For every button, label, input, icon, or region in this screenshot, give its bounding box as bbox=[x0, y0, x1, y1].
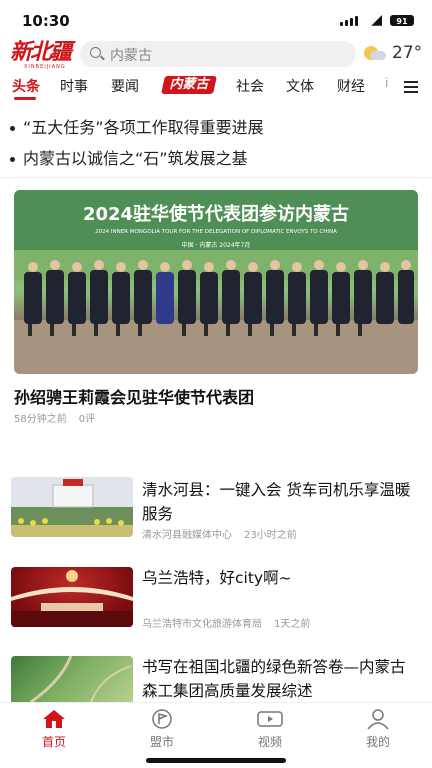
headline-item[interactable]: 内蒙古以诚信之“石”筑发展之基 bbox=[10, 145, 248, 169]
article-title[interactable]: 乌兰浩特，好city啊~ bbox=[142, 566, 416, 590]
comment-count: 0评 bbox=[78, 414, 96, 425]
article-time: 23小时之前 bbox=[244, 530, 297, 541]
battery-level: 91 bbox=[396, 17, 408, 26]
bottom-navigation: 首页 盟市 视频 我的 bbox=[0, 702, 432, 755]
battery-icon: 91 bbox=[390, 15, 414, 26]
headline-item[interactable]: “五大任务”各项工作取得重要进展 bbox=[10, 114, 264, 138]
tab-culture-sports[interactable]: 文体 bbox=[286, 76, 314, 96]
theater-photo bbox=[11, 570, 133, 627]
nav-video-label: 视频 bbox=[257, 735, 282, 749]
banner-subtitle: 2024 INNER MONGOLIA TOUR FOR THE DELEGAT… bbox=[95, 229, 337, 235]
home-icon bbox=[43, 710, 65, 728]
tab-current-affairs[interactable]: 时事 bbox=[60, 76, 88, 96]
nav-home-label: 首页 bbox=[41, 735, 66, 749]
tab-inner-mongolia-label: 内蒙古 bbox=[169, 77, 209, 92]
nav-cities[interactable]: 盟市 bbox=[132, 703, 192, 755]
banner-title: 2024驻华使节代表团参访内蒙古 bbox=[83, 203, 349, 225]
section-divider bbox=[0, 177, 432, 178]
banner-caption: 中国 · 内蒙古 2024年7月 bbox=[182, 241, 251, 249]
temperature: 27° bbox=[392, 43, 423, 63]
search-bar[interactable]: 内蒙古 bbox=[80, 41, 356, 67]
channel-tabs: 头条 时事 要闻 内蒙古 社会 文体 财经 i bbox=[0, 72, 432, 102]
search-placeholder: 内蒙古 bbox=[110, 48, 152, 64]
weather-widget[interactable]: 27° bbox=[364, 42, 426, 66]
article-source: 清水河县融媒体中心 bbox=[142, 530, 232, 541]
article-meta: 乌兰浩特市文化旅游体育局 1天之前 bbox=[142, 615, 322, 630]
article-title[interactable]: 清水河县：一键入会 货车司机乐享温暖服务 bbox=[142, 478, 416, 526]
headline-text: “五大任务”各项工作取得重要进展 bbox=[23, 118, 264, 137]
article-title[interactable]: 书写在祖国北疆的绿色新答卷—内蒙古森工集团高质量发展综述 bbox=[142, 655, 416, 703]
building-photo bbox=[18, 479, 124, 526]
tab-finance[interactable]: 财经 bbox=[337, 76, 365, 96]
article-thumbnail[interactable] bbox=[11, 567, 133, 627]
logo-subtext: XINBEIJIANG bbox=[24, 64, 66, 70]
article-meta: 清水河县融媒体中心 23小时之前 bbox=[142, 526, 309, 541]
bullet-icon bbox=[10, 157, 15, 162]
nav-video[interactable]: 视频 bbox=[240, 703, 300, 755]
nav-profile[interactable]: 我的 bbox=[348, 703, 408, 755]
status-time: 10:30 bbox=[22, 12, 70, 30]
tab-society[interactable]: 社会 bbox=[236, 76, 264, 96]
active-tab-indicator bbox=[14, 97, 36, 100]
cloud-icon bbox=[370, 51, 386, 60]
app-logo[interactable]: 新北疆 XINBEIJIANG bbox=[10, 40, 80, 70]
tab-inner-mongolia[interactable]: 内蒙古 bbox=[161, 76, 217, 94]
article-source: 乌兰浩特市文化旅游体育局 bbox=[142, 619, 262, 630]
menu-icon[interactable] bbox=[404, 81, 418, 93]
tab-more[interactable]: i bbox=[385, 76, 388, 90]
status-bar: 10:30 ◢ 91 bbox=[0, 0, 432, 40]
tab-top-news[interactable]: 要闻 bbox=[111, 76, 139, 96]
logo-text: 新北疆 bbox=[10, 39, 72, 65]
featured-meta: 58分钟之前 0评 bbox=[14, 410, 107, 425]
article-thumbnail[interactable] bbox=[11, 656, 133, 702]
featured-title[interactable]: 孙绍骋王莉霞会见驻华使节代表团 bbox=[14, 384, 254, 408]
delegation-photo: 2024驻华使节代表团参访内蒙古 2024 INNER MONGOLIA TOU… bbox=[14, 190, 418, 374]
user-icon bbox=[367, 709, 389, 730]
search-icon bbox=[90, 47, 101, 58]
headline-text: 内蒙古以诚信之“石”筑发展之基 bbox=[23, 149, 248, 168]
featured-image[interactable]: 2024驻华使节代表团参访内蒙古 2024 INNER MONGOLIA TOU… bbox=[14, 190, 418, 374]
forest-photo bbox=[30, 656, 132, 702]
nav-profile-label: 我的 bbox=[365, 735, 390, 749]
article-time: 1天之前 bbox=[274, 619, 311, 630]
nav-cities-label: 盟市 bbox=[149, 735, 174, 749]
wifi-icon: ◢ bbox=[371, 12, 382, 28]
featured-time: 58分钟之前 bbox=[14, 414, 67, 425]
tab-headlines[interactable]: 头条 bbox=[12, 76, 40, 96]
signal-icon bbox=[340, 16, 358, 26]
bullet-icon bbox=[10, 126, 15, 131]
article-thumbnail[interactable] bbox=[11, 477, 133, 537]
flag-icon bbox=[152, 709, 172, 729]
home-indicator bbox=[146, 758, 286, 763]
nav-home[interactable]: 首页 bbox=[24, 703, 84, 755]
video-icon bbox=[257, 711, 283, 727]
